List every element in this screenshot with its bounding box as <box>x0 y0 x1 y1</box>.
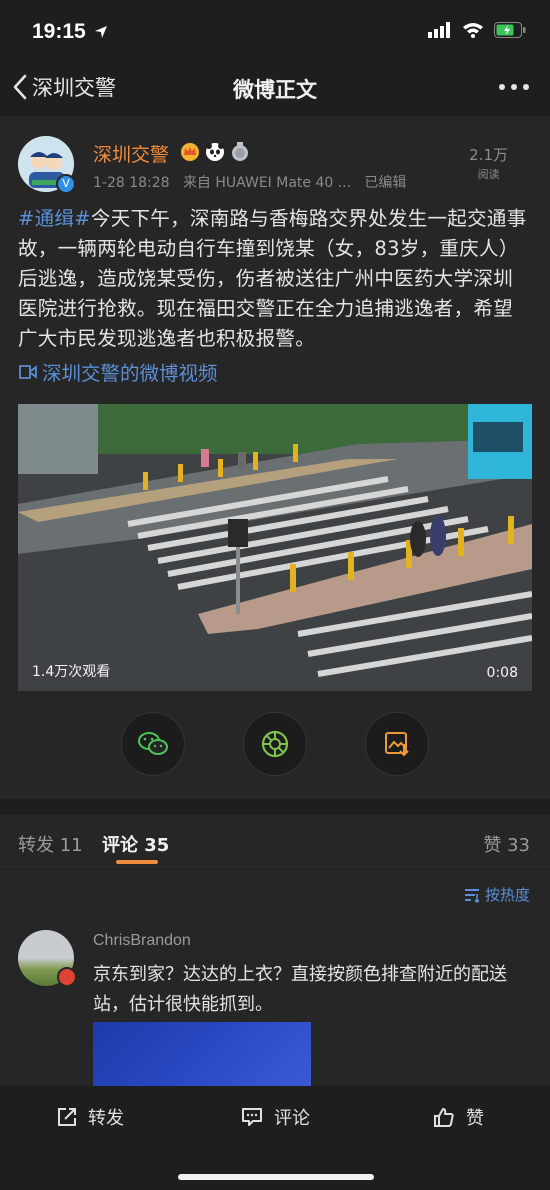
save-image-icon <box>385 732 409 757</box>
comments-list: 按热度 ChrisBrandon 京东到家？达达的上衣？直接按颜色排查附近的配送… <box>0 870 550 1086</box>
home-indicator <box>178 1174 374 1180</box>
repost-label: 转发 <box>88 1108 124 1129</box>
tab-comments[interactable]: 评论 35 <box>102 831 169 857</box>
wifi-icon <box>463 23 483 38</box>
video-link[interactable]: 深圳交警的微博视频 <box>18 357 218 386</box>
video-views: 1.4万次观看 <box>32 664 111 680</box>
comment-image[interactable] <box>93 1022 311 1086</box>
comment-label: 评论 <box>274 1108 310 1129</box>
sort-label: 按热度 <box>484 886 530 904</box>
interaction-tabs: 转发 11 评论 35 赞 33 <box>0 815 550 869</box>
comment-button[interactable]: 评论 <box>240 1104 310 1130</box>
panda-badge-icon <box>206 143 224 161</box>
video-link-icon <box>19 364 37 379</box>
video-link-label: 深圳交警的微博视频 <box>42 362 218 385</box>
signal-icon <box>428 22 450 38</box>
comment-text: 京东到家？达达的上衣？直接按颜色排查附近的配送站，估计很快能抓到。 <box>93 964 507 1015</box>
share-wechat-button[interactable] <box>121 712 185 776</box>
share-row <box>0 712 550 782</box>
author-name[interactable]: 深圳交警 <box>93 140 169 167</box>
crown-badge-icon <box>181 143 199 161</box>
post-source: 来自 HUAWEI Mate 40 ... <box>182 175 352 191</box>
more-button[interactable] <box>498 70 530 98</box>
read-count: 2.1万 阅读 <box>469 144 508 182</box>
tab-repost[interactable]: 转发 11 <box>18 831 83 857</box>
repost-button[interactable]: 转发 <box>56 1104 124 1130</box>
tab-likes[interactable]: 赞 33 <box>483 831 530 857</box>
medal-badge-icon <box>232 142 248 161</box>
read-count-label: 阅读 <box>477 168 500 181</box>
battery-icon <box>494 22 526 38</box>
verified-icon: V <box>56 174 76 194</box>
like-label: 赞 <box>466 1108 484 1129</box>
page-title: 微博正文 <box>233 78 317 102</box>
comment-icon <box>242 1108 262 1126</box>
sort-icon <box>464 888 480 903</box>
share-moments-button[interactable] <box>243 712 307 776</box>
status-time: 19:15 <box>32 20 108 44</box>
post-meta: 1-28 18:28 来自 HUAWEI Mate 40 ... 已编辑 <box>93 172 406 192</box>
post-card: V 深圳交警 1-28 18:28 来自 HUAWEI Mate 40 ... … <box>0 116 550 799</box>
like-icon <box>434 1108 454 1127</box>
video-player[interactable]: 1.4万次观看 0:08 <box>18 404 532 691</box>
status-icons <box>428 22 526 38</box>
hashtag-link[interactable]: #通缉# <box>18 207 91 230</box>
post-body: 今天下午，深南路与香梅路交界处发生一起交通事故，一辆两轮电动自行车撞到饶某（女，… <box>18 207 527 350</box>
save-image-button[interactable] <box>365 712 429 776</box>
commenter-name[interactable]: ChrisBrandon <box>93 932 191 950</box>
read-count-number: 2.1万 <box>469 146 508 164</box>
sort-button[interactable]: 按热度 <box>463 884 530 905</box>
author-badges <box>180 142 250 162</box>
bottom-action-bar: 转发 评论 赞 <box>0 1086 550 1190</box>
wechat-icon <box>138 732 168 755</box>
video-frame-image <box>18 404 532 691</box>
moments-icon <box>261 730 289 758</box>
nav-bar: 深圳交警 微博正文 <box>0 62 550 116</box>
status-bar: 19:15 <box>0 0 550 62</box>
like-button[interactable]: 赞 <box>432 1104 484 1130</box>
post-edited: 已编辑 <box>364 175 407 191</box>
post-date: 1-28 18:28 <box>93 175 170 191</box>
commenter-badge-icon <box>57 967 77 987</box>
post-text: #通缉#今天下午，深南路与香梅路交界处发生一起交通事故，一辆两轮电动自行车撞到饶… <box>18 204 532 354</box>
location-arrow-icon <box>94 26 107 39</box>
video-duration: 0:08 <box>486 665 518 681</box>
more-icon <box>499 84 529 90</box>
repost-icon <box>58 1108 76 1126</box>
tab-active-indicator <box>116 860 158 864</box>
